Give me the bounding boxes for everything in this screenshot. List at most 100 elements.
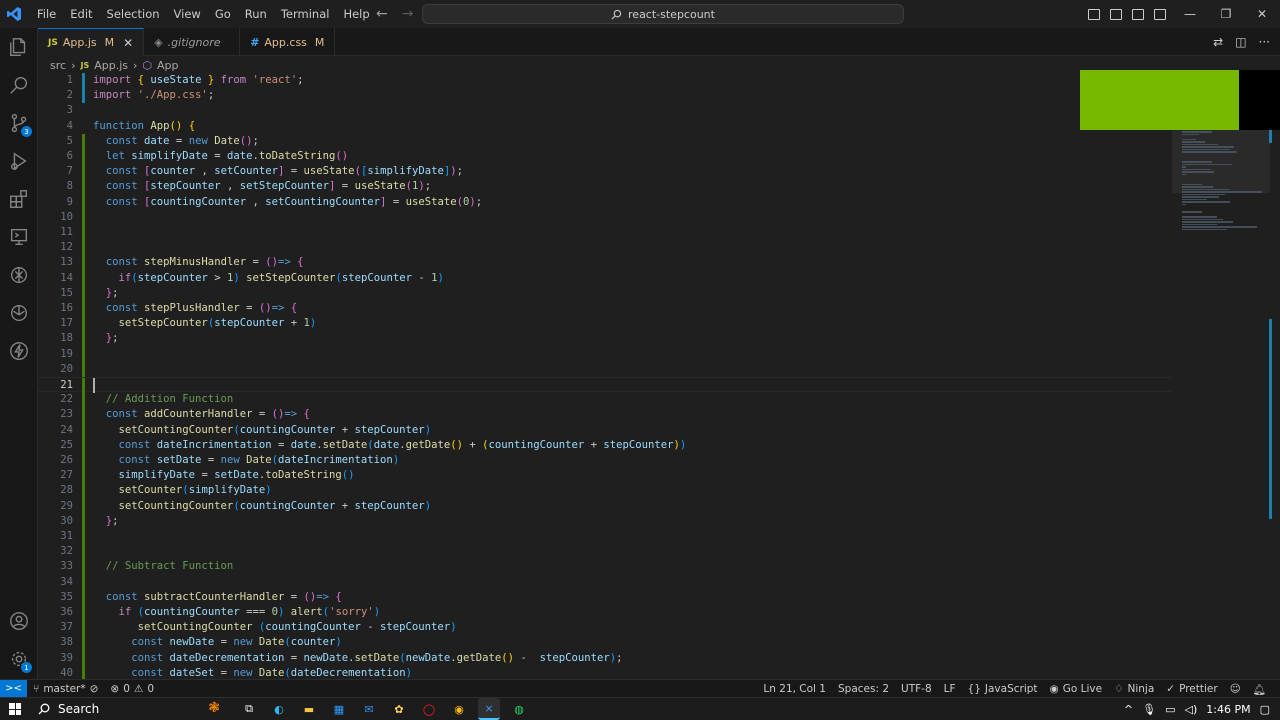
code-line[interactable]: 23 const addCounterHandler = ()=> {: [38, 407, 1172, 423]
code-line[interactable]: 12: [38, 240, 1172, 256]
back-arrow-icon[interactable]: ←: [376, 6, 388, 22]
gutter-change-marker[interactable]: [82, 422, 85, 438]
line-number[interactable]: 31: [38, 529, 73, 544]
gutter-change-marker[interactable]: [82, 650, 85, 666]
line-number[interactable]: 14: [38, 271, 73, 286]
menu-terminal[interactable]: Terminal: [274, 0, 337, 28]
task-view-icon[interactable]: ⧉: [238, 698, 260, 720]
gutter-change-marker[interactable]: [82, 179, 85, 195]
code-line[interactable]: 4 function App() {: [38, 119, 1172, 134]
line-number[interactable]: 33: [38, 559, 73, 574]
code-line[interactable]: 25 const dateIncrimentation = date.setDa…: [38, 437, 1172, 453]
line-number[interactable]: 30: [38, 514, 73, 529]
code-line[interactable]: 38 const newDate = new Date(counter): [38, 635, 1172, 651]
menu-run[interactable]: Run: [238, 0, 274, 28]
thunder-client-icon[interactable]: [0, 332, 38, 370]
code-line[interactable]: 22 // Addition Function: [38, 392, 1172, 408]
gutter-change-marker[interactable]: [82, 88, 85, 104]
chatgpt-icon[interactable]: [0, 256, 38, 294]
code-line[interactable]: 16 const stepPlusHandler = ()=> {: [38, 301, 1172, 317]
account-icon[interactable]: [0, 602, 38, 640]
code-line[interactable]: 7 const [counter , setCounter] = useStat…: [38, 164, 1172, 180]
chevron-up-icon[interactable]: ^: [1124, 703, 1133, 716]
gutter-change-marker[interactable]: [82, 544, 85, 560]
code-line[interactable]: 40 const dateSet = new Date(dateDecremen…: [38, 665, 1172, 679]
customize-layout-icon[interactable]: [1154, 8, 1166, 20]
breadcrumb-folder[interactable]: src: [50, 59, 66, 72]
feedback-icon[interactable]: ☺: [1224, 683, 1247, 695]
end-of-line[interactable]: LF: [938, 683, 962, 695]
gutter-change-marker[interactable]: [82, 240, 85, 256]
line-number[interactable]: 9: [38, 195, 73, 210]
gutter-change-marker[interactable]: [82, 620, 85, 636]
close-tab-icon[interactable]: ✕: [123, 36, 133, 50]
line-number[interactable]: 5: [38, 134, 73, 149]
taskbar-search[interactable]: Search ❃: [30, 698, 230, 720]
tab-gitignore[interactable]: ◈ .gitignore: [144, 28, 241, 56]
file-explorer-icon[interactable]: ▬: [298, 698, 320, 720]
gutter-change-marker[interactable]: [82, 498, 85, 514]
toggle-primary-sidebar-icon[interactable]: [1088, 8, 1100, 20]
line-number[interactable]: 29: [38, 499, 73, 514]
gutter-change-marker[interactable]: [82, 468, 85, 484]
toggle-panel-icon[interactable]: [1110, 8, 1122, 20]
scrollbar-change-markers[interactable]: [1269, 73, 1272, 679]
explorer-icon[interactable]: [0, 28, 38, 66]
gutter-change-marker[interactable]: [82, 194, 85, 210]
microsoft-store-icon[interactable]: ▦: [328, 698, 350, 720]
code-line[interactable]: 13 const stepMinusHandler = ()=> {: [38, 255, 1172, 271]
code-line[interactable]: 24 setCountingCounter(countingCounter + …: [38, 422, 1172, 438]
line-number[interactable]: 28: [38, 483, 73, 498]
language-mode[interactable]: {} JavaScript: [962, 683, 1044, 695]
code-line[interactable]: 9 const [countingCounter , setCountingCo…: [38, 194, 1172, 210]
line-number[interactable]: 19: [38, 347, 73, 362]
line-number[interactable]: 35: [38, 590, 73, 605]
code-line[interactable]: 32: [38, 544, 1172, 560]
network-icon[interactable]: ▭: [1165, 703, 1175, 716]
code-line[interactable]: 2 import './App.css';: [38, 88, 1172, 104]
line-number[interactable]: 26: [38, 453, 73, 468]
microphone-icon[interactable]: 🎙︎: [1142, 703, 1156, 716]
search-icon[interactable]: [0, 66, 38, 104]
toggle-secondary-sidebar-icon[interactable]: [1132, 8, 1144, 20]
volume-icon[interactable]: ◁): [1185, 703, 1198, 716]
line-number[interactable]: 27: [38, 468, 73, 483]
git-branch[interactable]: ⑂ master* ⊘: [27, 683, 104, 695]
mail-icon[interactable]: ✉: [358, 698, 380, 720]
chrome-icon[interactable]: ◉: [448, 698, 470, 720]
breadcrumb-file[interactable]: App.js: [94, 59, 128, 72]
notifications-icon[interactable]: ▢: [1260, 703, 1270, 716]
code-line[interactable]: 37 setCountingCounter (countingCounter -…: [38, 620, 1172, 636]
gutter-change-marker[interactable]: [82, 605, 85, 621]
gutter-change-marker[interactable]: [82, 301, 85, 317]
gutter-change-marker[interactable]: [82, 407, 85, 423]
code-line[interactable]: 39 const dateDecrementation = newDate.se…: [38, 650, 1172, 666]
line-number[interactable]: 21: [38, 378, 73, 393]
gutter-change-marker[interactable]: [82, 559, 85, 575]
code-line[interactable]: 35 const subtractCounterHandler = ()=> {: [38, 589, 1172, 605]
command-center-search[interactable]: react-stepcount: [422, 4, 904, 24]
tab-app-js[interactable]: JS App.js M ✕: [38, 28, 145, 56]
more-actions-icon[interactable]: ···: [1259, 35, 1270, 49]
code-line[interactable]: 6 let simplifyDate = date.toDateString(): [38, 149, 1172, 165]
code-editor[interactable]: 1 import { useState } from 'react'; 2 impor…: [38, 73, 1172, 679]
gutter-change-marker[interactable]: [82, 346, 85, 362]
minimap[interactable]: [1172, 73, 1272, 679]
breadcrumb-symbol[interactable]: App: [157, 59, 179, 72]
gutter-change-marker[interactable]: [82, 574, 85, 590]
menu-view[interactable]: View: [167, 0, 208, 28]
code-line[interactable]: 21: [38, 377, 1172, 394]
line-number[interactable]: 2: [38, 88, 73, 103]
code-line[interactable]: 20: [38, 361, 1172, 377]
code-line[interactable]: 29 setCountingCounter(countingCounter + …: [38, 498, 1172, 514]
paint-icon[interactable]: ✿: [388, 698, 410, 720]
sync-icon[interactable]: ⊘: [90, 683, 99, 695]
code-line[interactable]: 28 setCounter(simplifyDate): [38, 483, 1172, 499]
code-line[interactable]: 18 };: [38, 331, 1172, 347]
problems-indicator[interactable]: ⊗ 0 ⚠ 0: [104, 683, 160, 695]
edge-icon[interactable]: ◐: [268, 698, 290, 720]
line-number[interactable]: 39: [38, 651, 73, 666]
remote-explorer-icon[interactable]: [0, 218, 38, 256]
opera-icon[interactable]: ◯: [418, 698, 440, 720]
code-line[interactable]: 10: [38, 209, 1172, 225]
